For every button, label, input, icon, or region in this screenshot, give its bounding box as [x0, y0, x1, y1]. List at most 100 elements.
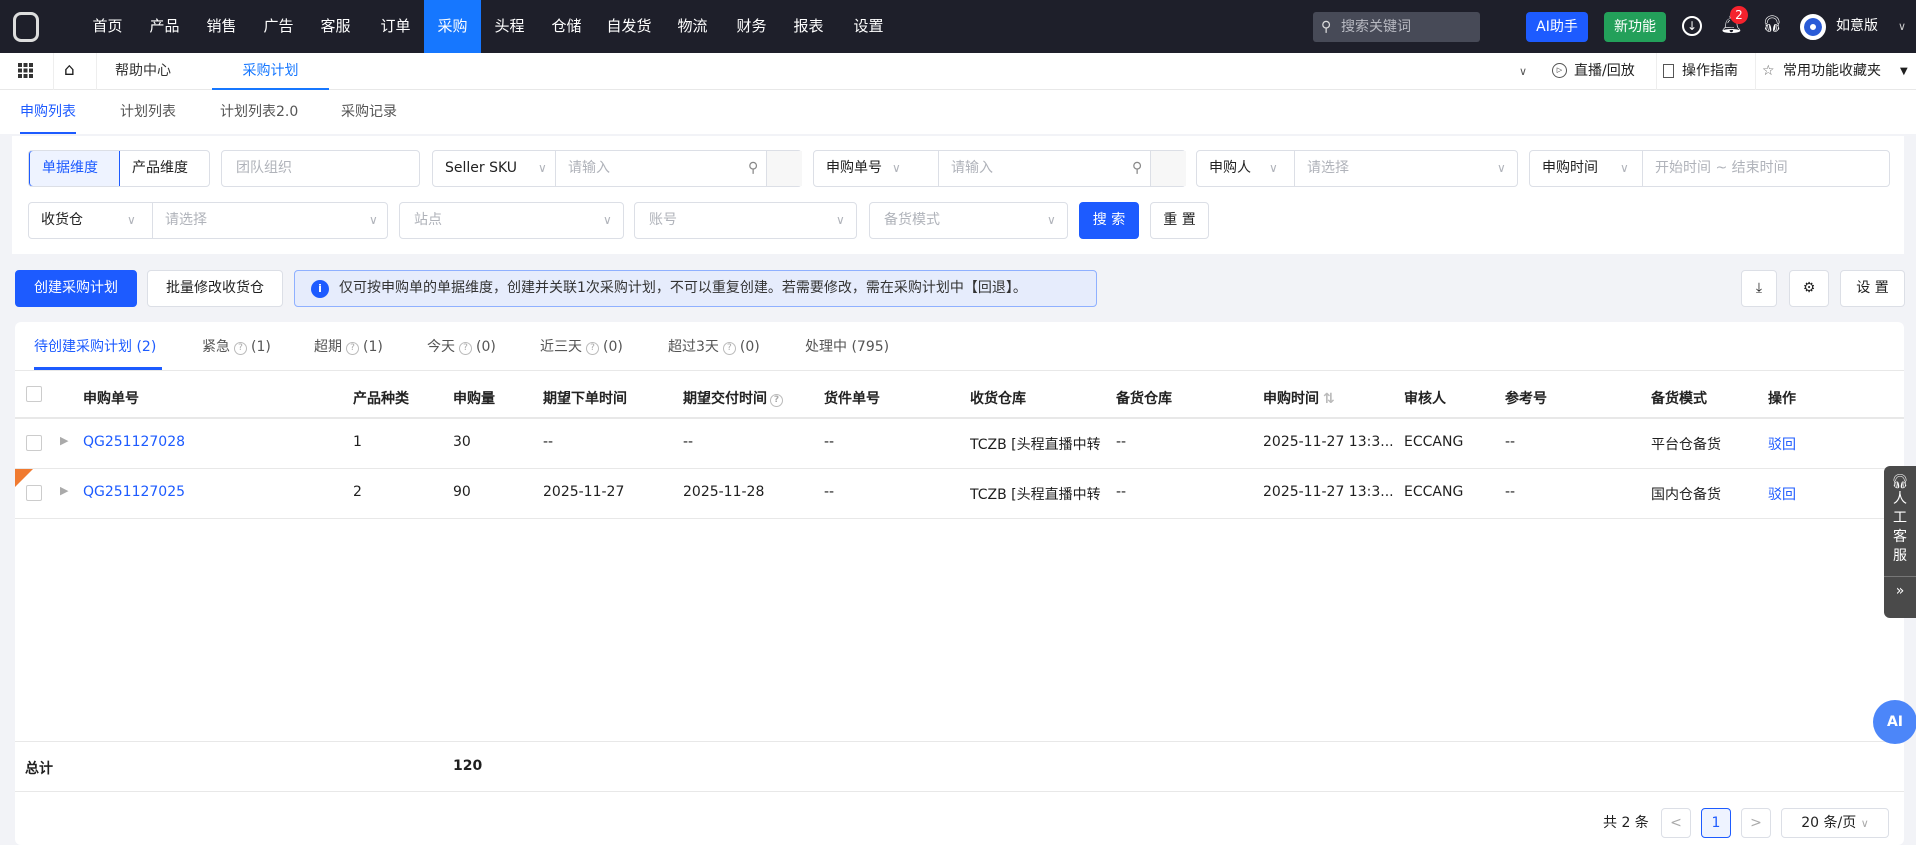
tab-help-center[interactable]: 帮助中心: [115, 53, 171, 89]
user-name[interactable]: 如意版: [1836, 0, 1878, 53]
subtab-plan-list[interactable]: 计划列表: [120, 90, 176, 134]
nav-item[interactable]: 客服: [307, 0, 364, 53]
reject-link[interactable]: 驳回: [1768, 434, 1796, 454]
sort-icon[interactable]: ⇅: [1323, 391, 1335, 407]
date-range-input[interactable]: 开始时间 ~ 结束时间: [1642, 151, 1788, 186]
guide-link[interactable]: 操作指南: [1682, 53, 1738, 90]
expand-icon[interactable]: ▶: [60, 434, 68, 447]
status-tab[interactable]: 紧急? (1): [202, 336, 271, 356]
status-tab[interactable]: 今天? (0): [427, 336, 496, 356]
tab-purchase-plan[interactable]: 采购计划: [212, 53, 329, 90]
column-settings-button[interactable]: ⚙: [1789, 270, 1829, 307]
applicant-select[interactable]: 请选择: [1294, 151, 1349, 186]
request-no-link[interactable]: QG251127028: [83, 434, 185, 450]
table-cell: --: [1116, 484, 1127, 500]
new-features-button[interactable]: 新功能: [1604, 12, 1666, 42]
site-select[interactable]: 站点 ∨: [399, 202, 624, 239]
row-checkbox[interactable]: [26, 485, 42, 501]
avatar[interactable]: [1800, 14, 1826, 40]
account-select[interactable]: 账号 ∨: [634, 202, 857, 239]
create-plan-button[interactable]: 创建采购计划: [15, 270, 137, 307]
warehouse-select[interactable]: 请选择: [152, 203, 207, 238]
search-button[interactable]: 搜 索: [1079, 202, 1139, 239]
nav-item[interactable]: 自发货: [598, 0, 660, 53]
column-header: 参考号: [1505, 388, 1547, 408]
nav-item[interactable]: 物流: [664, 0, 721, 53]
dimension-doc-button[interactable]: 单据维度: [29, 151, 120, 186]
nav-item[interactable]: 销售: [193, 0, 250, 53]
status-tab[interactable]: 待创建采购计划 (2): [34, 336, 156, 356]
row-checkbox[interactable]: [26, 435, 42, 451]
applicant-type-select[interactable]: 申购人: [1197, 151, 1251, 186]
nav-item[interactable]: 首页: [79, 0, 136, 53]
service-label-char: 人: [1893, 491, 1907, 507]
seller-sku-select[interactable]: Seller SKU: [433, 151, 517, 186]
ai-float-button[interactable]: AI: [1873, 700, 1916, 744]
logo-icon[interactable]: [13, 12, 39, 42]
warehouse-type-select[interactable]: 收货仓: [29, 203, 83, 238]
live-replay-link[interactable]: 直播/回放: [1574, 53, 1635, 90]
headset-icon[interactable]: 🎧︎: [1762, 14, 1782, 33]
nav-item[interactable]: 采购: [424, 0, 481, 53]
apps-grid-icon[interactable]: [18, 63, 33, 78]
settings-button[interactable]: 设 置: [1840, 270, 1905, 307]
page-size-select[interactable]: 20 条/页 ∨: [1781, 808, 1889, 838]
nav-item[interactable]: 设置: [840, 0, 897, 53]
nav-item[interactable]: 广告: [250, 0, 307, 53]
chevron-down-icon[interactable]: ∨: [1898, 0, 1906, 53]
nav-item[interactable]: 仓储: [538, 0, 595, 53]
stock-mode-select[interactable]: 备货模式 ∨: [869, 202, 1068, 239]
help-icon[interactable]: ?: [234, 342, 247, 355]
status-tab-label: 近三天: [540, 339, 582, 355]
nav-item[interactable]: 订单: [367, 0, 424, 53]
download-icon[interactable]: ↓: [1682, 16, 1702, 36]
batch-input-icon[interactable]: [766, 151, 802, 186]
subtab-request-list[interactable]: 申购列表: [20, 90, 76, 134]
subtab-plan-list-2[interactable]: 计划列表2.0: [220, 90, 298, 134]
reset-button[interactable]: 重 置: [1150, 202, 1209, 239]
column-header[interactable]: 申购时间 ⇅: [1263, 388, 1335, 408]
expand-icon[interactable]: ▶: [60, 484, 68, 497]
dimension-product-button[interactable]: 产品维度: [120, 151, 188, 186]
customer-service-widget[interactable]: 🎧︎ 人工客服 »: [1884, 466, 1916, 618]
help-icon[interactable]: ?: [346, 342, 359, 355]
status-tab[interactable]: 近三天? (0): [540, 336, 623, 356]
prev-page-button[interactable]: <: [1661, 808, 1691, 838]
seller-sku-input[interactable]: 请输入: [555, 151, 610, 186]
collapse-button[interactable]: »: [1884, 576, 1916, 599]
ai-assistant-button[interactable]: AI助手: [1526, 12, 1588, 42]
export-download-button[interactable]: ⤓: [1741, 270, 1777, 307]
global-search-input[interactable]: ⚲ 搜索关键词: [1313, 12, 1480, 42]
batch-modify-warehouse-button[interactable]: 批量修改收货仓: [147, 270, 283, 307]
caret-down-icon[interactable]: ▼: [1900, 53, 1908, 90]
status-tab[interactable]: 超期? (1): [314, 336, 383, 356]
subtab-purchase-records[interactable]: 采购记录: [341, 90, 397, 134]
nav-item[interactable]: 头程: [481, 0, 538, 53]
select-all-checkbox[interactable]: [26, 386, 42, 402]
status-tab[interactable]: 处理中 (795): [805, 336, 889, 356]
request-no-link[interactable]: QG251127025: [83, 484, 185, 500]
nav-item[interactable]: 产品: [136, 0, 193, 53]
team-org-select[interactable]: 团队组织: [221, 150, 420, 187]
help-icon[interactable]: ?: [586, 342, 599, 355]
time-type-select[interactable]: 申购时间: [1530, 151, 1598, 186]
status-tab[interactable]: 超过3天? (0): [668, 336, 760, 356]
help-icon[interactable]: ?: [770, 394, 783, 407]
column-header: 货件单号: [824, 388, 880, 408]
nav-item[interactable]: 财务: [723, 0, 780, 53]
batch-input-icon[interactable]: [1150, 151, 1186, 186]
help-icon[interactable]: ?: [459, 342, 472, 355]
search-icon[interactable]: ⚲: [748, 151, 758, 186]
request-no-select[interactable]: 申购单号: [814, 151, 882, 186]
reject-link[interactable]: 驳回: [1768, 484, 1796, 504]
favorites-menu[interactable]: 常用功能收藏夹: [1783, 53, 1881, 90]
chevron-down-icon: ∨: [1497, 161, 1506, 175]
chevron-down-icon[interactable]: ∨: [1519, 53, 1527, 90]
nav-item[interactable]: 报表: [780, 0, 837, 53]
request-no-input[interactable]: 请输入: [938, 151, 993, 186]
help-icon[interactable]: ?: [722, 342, 736, 355]
next-page-button[interactable]: >: [1741, 808, 1771, 838]
search-icon[interactable]: ⚲: [1132, 151, 1142, 186]
page-1-button[interactable]: 1: [1701, 808, 1731, 838]
home-icon[interactable]: ⌂: [64, 60, 75, 80]
